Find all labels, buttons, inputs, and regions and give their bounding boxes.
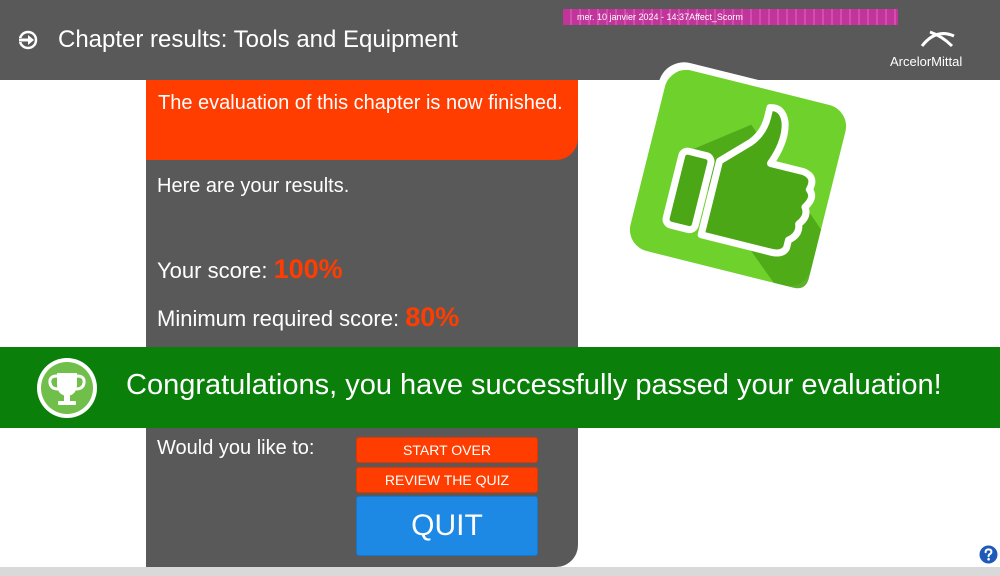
- your-score-line: Your score: 100%: [157, 254, 343, 285]
- page-title: Chapter results: Tools and Equipment: [58, 26, 458, 53]
- timestamp-badge: mer. 10 janvier 2024 - 14:37Affect_Scorm: [563, 9, 898, 25]
- trophy-icon: [37, 358, 97, 418]
- review-quiz-button[interactable]: REVIEW THE QUIZ: [356, 467, 538, 493]
- your-score-label: Your score:: [157, 258, 268, 283]
- thumbs-up-icon: [622, 62, 854, 294]
- company-logo: ArcelorMittal: [884, 26, 984, 76]
- arcelormittal-logo-icon: [920, 30, 955, 48]
- actions-prompt: Would you like to:: [157, 437, 315, 459]
- logo-text: ArcelorMittal: [890, 54, 963, 69]
- success-banner: Congratulations, you have successfully p…: [0, 347, 1000, 428]
- help-icon[interactable]: [979, 545, 998, 564]
- results-intro: Here are your results.: [157, 175, 350, 197]
- start-over-button[interactable]: START OVER: [356, 437, 538, 463]
- quit-button[interactable]: QUIT: [356, 496, 538, 556]
- bottom-bar: [0, 567, 1000, 576]
- congratulations-message: Congratulations, you have successfully p…: [126, 369, 942, 401]
- your-score-value: 100%: [273, 254, 343, 284]
- minimum-score-label: Minimum required score:: [157, 306, 400, 331]
- minimum-score-value: 80%: [405, 302, 460, 332]
- arrow-right-circle-icon: [18, 30, 38, 50]
- evaluation-finished-message: The evaluation of this chapter is now fi…: [146, 80, 578, 160]
- minimum-score-line: Minimum required score: 80%: [157, 302, 459, 333]
